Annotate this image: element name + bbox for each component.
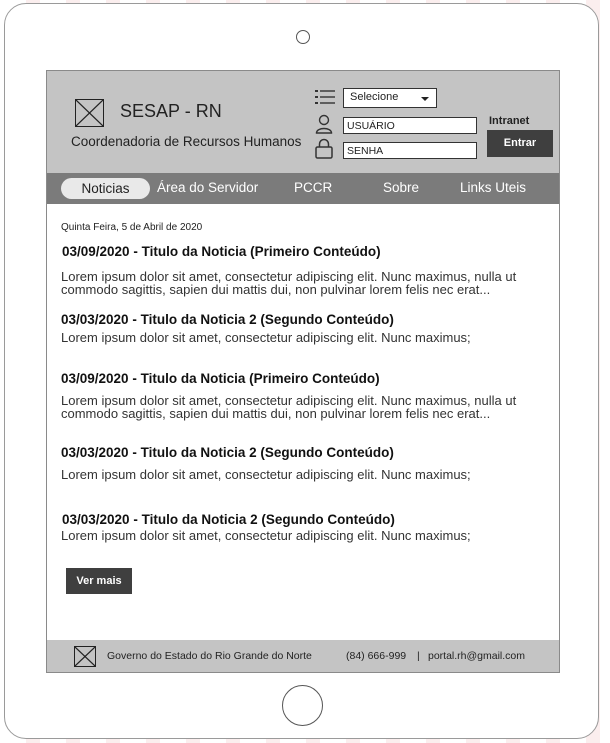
news-body: Lorem ipsum dolor sit amet, consectetur … (61, 330, 471, 345)
news-heading: - Titulo da Noticia (Primeiro Conteúdo) (128, 371, 380, 386)
news-body: Lorem ipsum dolor sit amet, consectetur … (61, 467, 471, 482)
screen: SESAP - RN Coordenadoria de Recursos Hum… (46, 70, 560, 673)
lock-icon (315, 138, 333, 159)
news-heading: - Titulo da Noticia 2 (Segundo Conteúdo) (129, 512, 395, 527)
news-body: Lorem ipsum dolor sit amet, consectetur … (61, 528, 471, 543)
username-field[interactable]: USUÁRIO (343, 117, 477, 134)
footer-email[interactable]: portal.rh@gmail.com (428, 650, 525, 662)
footer-org: Governo do Estado do Rio Grande do Norte (107, 650, 312, 662)
news-body: Lorem ipsum dolor sit amet, consectetur … (61, 393, 517, 421)
home-button[interactable] (282, 685, 323, 726)
category-select-value: Selecione (350, 91, 399, 103)
news-date: 03/03/2020 (61, 312, 129, 327)
footer: Governo do Estado do Rio Grande do Norte… (47, 640, 559, 672)
nav-item-noticias[interactable]: Noticias (61, 178, 150, 199)
tablet-frame: SESAP - RN Coordenadoria de Recursos Hum… (4, 3, 599, 739)
login-button[interactable]: Entrar (487, 130, 553, 157)
news-title[interactable]: 03/03/2020 - Titulo da Noticia 2 (Segund… (61, 312, 394, 327)
category-select[interactable]: Selecione (343, 88, 437, 108)
footer-separator: | (417, 650, 420, 662)
see-more-button[interactable]: Ver mais (66, 568, 132, 594)
site-subtitle: Coordenadoria de Recursos Humanos (71, 134, 302, 149)
intranet-label: Intranet (489, 115, 530, 127)
nav-item-pccr[interactable]: PCCR (294, 180, 332, 195)
nav-item-sobre[interactable]: Sobre (383, 180, 419, 195)
password-field[interactable]: SENHA (343, 142, 477, 159)
news-date: 03/09/2020 (62, 244, 130, 259)
user-icon (315, 114, 333, 134)
news-title[interactable]: 03/09/2020 - Titulo da Noticia (Primeiro… (61, 371, 380, 386)
news-heading: - Titulo da Noticia 2 (Segundo Conteúdo) (128, 312, 394, 327)
nav-item-links-uteis[interactable]: Links Uteis (460, 180, 526, 195)
news-title[interactable]: 03/03/2020 - Titulo da Noticia 2 (Segund… (62, 512, 395, 527)
news-date: 03/03/2020 (62, 512, 130, 527)
header: SESAP - RN Coordenadoria de Recursos Hum… (47, 71, 559, 173)
list-icon (315, 90, 335, 104)
password-field-value: SENHA (347, 145, 384, 157)
chevron-down-icon (421, 97, 429, 101)
image-placeholder-icon (74, 646, 96, 667)
current-date: Quinta Feira, 5 de Abril de 2020 (61, 222, 203, 233)
username-field-value: USUÁRIO (347, 120, 395, 132)
news-heading: - Titulo da Noticia 2 (Segundo Conteúdo) (128, 445, 394, 460)
news-title[interactable]: 03/09/2020 - Titulo da Noticia (Primeiro… (62, 244, 381, 259)
footer-phone: (84) 666-999 (346, 650, 407, 662)
news-date: 03/03/2020 (61, 445, 129, 460)
camera-icon (296, 30, 310, 44)
site-title: SESAP - RN (120, 101, 222, 121)
news-title[interactable]: 03/03/2020 - Titulo da Noticia 2 (Segund… (61, 445, 394, 460)
nav-item-area-do-servidor[interactable]: Área do Servidor (157, 180, 258, 195)
image-placeholder-icon (75, 99, 104, 127)
news-date: 03/09/2020 (61, 371, 129, 386)
news-body: Lorem ipsum dolor sit amet, consectetur … (61, 269, 517, 297)
news-heading: - Titulo da Noticia (Primeiro Conteúdo) (129, 244, 381, 259)
main-nav: Noticias Área do Servidor PCCR Sobre Lin… (47, 173, 559, 204)
